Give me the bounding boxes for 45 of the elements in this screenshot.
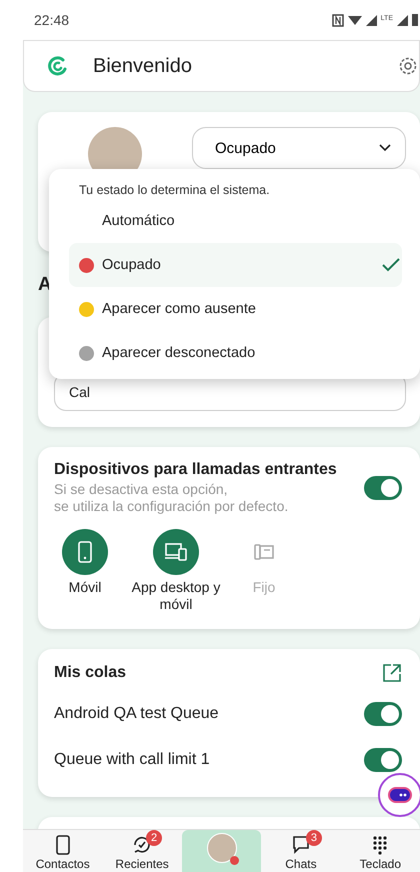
status-option[interactable]: Automático <box>69 199 402 243</box>
monitor-phone-icon[interactable] <box>153 529 199 575</box>
device-label: App desktop y móvil <box>130 579 222 613</box>
queue-name: Android QA test Queue <box>54 705 219 723</box>
history-icon <box>132 835 152 855</box>
settings-icon[interactable] <box>397 55 419 77</box>
devices-toggle[interactable] <box>364 476 402 500</box>
status-dropdown[interactable]: Ocupado <box>192 127 406 169</box>
nav-tab[interactable]: Teclado <box>340 830 420 872</box>
status-option[interactable]: Aparecer desconectado <box>69 331 402 375</box>
queues-title: Mis colas <box>54 664 126 682</box>
device-label: Móvil <box>68 579 102 596</box>
nav-tab[interactable]: Contactos <box>23 830 102 872</box>
wifi-icon <box>348 14 362 26</box>
battery-icon <box>412 14 418 26</box>
count-badge: 2 <box>146 830 162 846</box>
contacts-icon <box>54 835 71 855</box>
chatbot-button[interactable] <box>378 773 420 817</box>
chevron-down-icon <box>379 144 391 152</box>
nav-tab[interactable]: 3 Chats <box>261 830 341 872</box>
signal-icon <box>366 14 377 26</box>
queue-name: Queue with call limit 1 <box>54 751 210 769</box>
nfc-icon <box>332 14 344 26</box>
devices-description: Si se desactiva esta opción, se utiliza la configuración por defecto. <box>54 481 290 515</box>
external-link-icon[interactable] <box>382 663 402 683</box>
signal-icon <box>397 14 408 26</box>
status-option[interactable]: Ocupado <box>69 243 402 287</box>
logo-icon <box>48 56 68 76</box>
device-label: Fijo <box>252 579 276 596</box>
queue-toggle[interactable] <box>364 702 402 726</box>
chat-icon <box>292 835 310 855</box>
status-time: 22:48 <box>34 12 70 28</box>
keypad-icon <box>372 835 388 855</box>
menu-hint: Tu estado lo determina el sistema. <box>79 183 271 197</box>
header-title: Bienvenido <box>93 54 193 78</box>
status-dot <box>230 856 239 865</box>
devices-title: Dispositivos para llamadas entrantes <box>54 461 338 479</box>
check-icon <box>382 258 400 272</box>
chatbot-icon <box>388 787 412 803</box>
queue-toggle[interactable] <box>364 748 402 772</box>
status-option[interactable]: Aparecer como ausente <box>69 287 402 331</box>
nav-tab[interactable]: 2 Recientes <box>102 830 182 872</box>
avatar <box>206 833 237 863</box>
phone-icon[interactable] <box>62 529 108 575</box>
count-badge: 3 <box>306 830 322 846</box>
